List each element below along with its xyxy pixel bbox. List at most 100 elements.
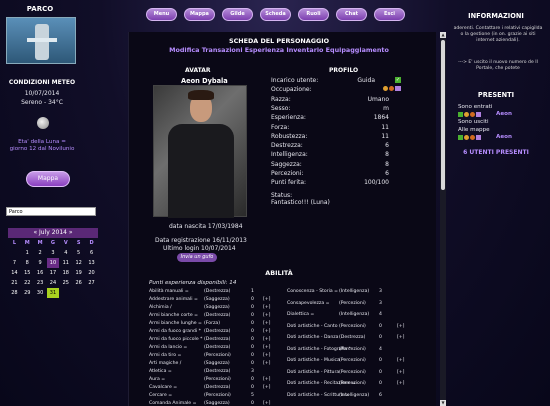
profile-row-value: 11 xyxy=(381,132,389,140)
ability-add-button[interactable]: [+] xyxy=(263,305,270,310)
ability-name: Armi da fuoco grandi * xyxy=(149,329,201,334)
nav-chat-button[interactable]: Chat xyxy=(336,8,367,21)
ability-add-button[interactable]: [+] xyxy=(397,324,404,329)
calendar-day[interactable]: 30 xyxy=(34,288,47,298)
ability-attribute: (Saggezza) xyxy=(204,401,230,406)
calendar-day[interactable]: 17 xyxy=(47,268,60,278)
calendar-day[interactable]: 12 xyxy=(72,258,85,268)
profile-row-label: Intelligenza: xyxy=(271,151,308,159)
maps-user-name[interactable]: Aeon xyxy=(496,134,512,140)
ability-name: Comanda Animale = xyxy=(149,401,197,406)
exited-label: Sono usciti xyxy=(458,119,489,125)
profile-row-label: Robustezza: xyxy=(271,132,308,140)
ability-add-button[interactable]: [+] xyxy=(397,335,404,340)
character-sheet-panel: SCHEDA DEL PERSONAGGIO Modifica Transazi… xyxy=(128,32,436,406)
entered-user-name[interactable]: Aeon xyxy=(496,111,512,117)
calendar-day[interactable]: 26 xyxy=(72,278,85,288)
calendar-day[interactable]: 15 xyxy=(21,268,34,278)
calendar-day[interactable]: 22 xyxy=(21,278,34,288)
calendar-day[interactable]: 2 xyxy=(34,248,47,258)
calendar-day[interactable]: 11 xyxy=(59,258,72,268)
nav-esci-button[interactable]: Esci xyxy=(374,8,405,21)
tab-equipaggiamento[interactable]: Equipaggiamento xyxy=(326,46,389,54)
ability-add-button[interactable]: [+] xyxy=(263,321,270,326)
calendar-day[interactable]: 21 xyxy=(8,278,21,288)
calendar-day[interactable]: 18 xyxy=(59,268,72,278)
ability-attribute: (Destrezza) xyxy=(204,313,231,318)
ability-name: Atletica = xyxy=(149,369,172,374)
status-dot-icon xyxy=(464,135,469,140)
moon-age: Eta' della Luna = xyxy=(18,139,66,145)
calendar-day[interactable]: 19 xyxy=(72,268,85,278)
calendar-day[interactable]: 13 xyxy=(85,258,98,268)
profile-row-value: 8 xyxy=(385,160,389,168)
meteo-title: CONDIZIONI METEO xyxy=(8,79,76,86)
calendar-day[interactable]: 25 xyxy=(59,278,72,288)
calendar-day[interactable]: 24 xyxy=(47,278,60,288)
ability-value: 3 xyxy=(379,289,382,294)
calendar-day[interactable]: 29 xyxy=(21,288,34,298)
ability-value: 0 xyxy=(251,305,254,310)
nav-ruoli-button[interactable]: Ruoli xyxy=(298,8,329,21)
calendar-day[interactable]: 5 xyxy=(72,248,85,258)
calendar-day[interactable]: 27 xyxy=(85,278,98,288)
ability-add-button[interactable]: [+] xyxy=(263,353,270,358)
ability-add-button[interactable]: [+] xyxy=(263,297,270,302)
calendar-day[interactable]: 10 xyxy=(46,258,60,268)
tab-inventario[interactable]: Inventario xyxy=(286,46,323,54)
tab-esperienza[interactable]: Esperienza xyxy=(245,46,284,54)
calendar-day[interactable]: 14 xyxy=(8,268,21,278)
calendar-day[interactable]: 1 xyxy=(21,248,34,258)
ability-add-button[interactable]: [+] xyxy=(397,358,404,363)
calendar-day[interactable]: 28 xyxy=(8,288,21,298)
tab-transazioni[interactable]: Transazioni xyxy=(202,46,243,54)
calendar-day[interactable]: 8 xyxy=(21,258,34,268)
ability-add-button[interactable]: [+] xyxy=(263,345,270,350)
ability-add-button[interactable]: [+] xyxy=(397,381,404,386)
ability-name: Dialettica = xyxy=(287,312,315,317)
map-button[interactable]: Mappa xyxy=(26,171,70,187)
ability-value: 0 xyxy=(251,313,254,318)
tab-modifica[interactable]: Modifica xyxy=(169,46,199,54)
calendar-day[interactable]: 6 xyxy=(85,248,98,258)
calendar-day[interactable]: 7 xyxy=(8,258,21,268)
calendar-day[interactable]: 3 xyxy=(47,248,60,258)
ability-attribute: (Intelligenza) xyxy=(339,392,370,398)
moon-days: giorno 12 dal Novilunio xyxy=(9,146,75,152)
location-search-input[interactable] xyxy=(6,207,96,216)
maps-user[interactable]: Aeon xyxy=(458,134,538,142)
calendar-day[interactable]: 20 xyxy=(85,268,98,278)
ability-attribute: (Saggezza) xyxy=(204,361,230,366)
nav-menu-button[interactable]: Menu xyxy=(146,8,177,21)
ability-add-button[interactable]: [+] xyxy=(263,329,270,334)
calendar-day[interactable]: 31 xyxy=(46,288,60,298)
nav-mappa-button[interactable]: Mappa xyxy=(184,8,215,21)
ability-add-button[interactable]: [+] xyxy=(263,401,270,406)
online-count: 6 UTENTI PRESENTI xyxy=(463,149,529,156)
entered-user[interactable]: Aeon xyxy=(458,111,538,119)
ability-add-button[interactable]: [+] xyxy=(263,337,270,342)
ability-add-button[interactable]: [+] xyxy=(263,361,270,366)
calendar-day[interactable]: 9 xyxy=(34,258,47,268)
profile-row-label: Destrezza: xyxy=(271,142,303,150)
ability-add-button[interactable]: [+] xyxy=(263,377,270,382)
calendar-day[interactable]: 23 xyxy=(34,278,47,288)
nav-scheda-button[interactable]: Scheda xyxy=(260,8,291,21)
ability-attribute: (Destrezza) xyxy=(339,335,366,340)
profile-row-value: Umano xyxy=(367,95,389,103)
ability-value: 3 xyxy=(251,369,254,374)
nav-gilde-button[interactable]: Gilde xyxy=(222,8,253,21)
calendar-day[interactable]: 16 xyxy=(34,268,47,278)
ability-add-button[interactable]: [+] xyxy=(397,370,404,375)
abilities-right: Conoscenza - Storia = (Intelligenza) 3 Cons… xyxy=(287,289,431,406)
ability-add-button[interactable]: [+] xyxy=(263,313,270,318)
calendar-day[interactable]: 4 xyxy=(59,248,72,258)
profile-row-label: Esperienza: xyxy=(271,114,306,122)
ability-add-button[interactable]: [+] xyxy=(263,385,270,390)
calendar-grid: L M M G V S D 1 2 3 4 5 6 7 8 9 10 11 12 13 14 15 16 17 18 19 20 21… xyxy=(8,238,98,298)
profile-title: PROFILO xyxy=(329,67,359,74)
send-owl-button[interactable]: Invia un gufo xyxy=(177,253,217,262)
calendar-month-nav[interactable]: « July 2014 » xyxy=(8,228,98,238)
role-check-icon: ✓ xyxy=(395,77,401,83)
ability-attribute: (Percezioni) xyxy=(339,381,366,386)
